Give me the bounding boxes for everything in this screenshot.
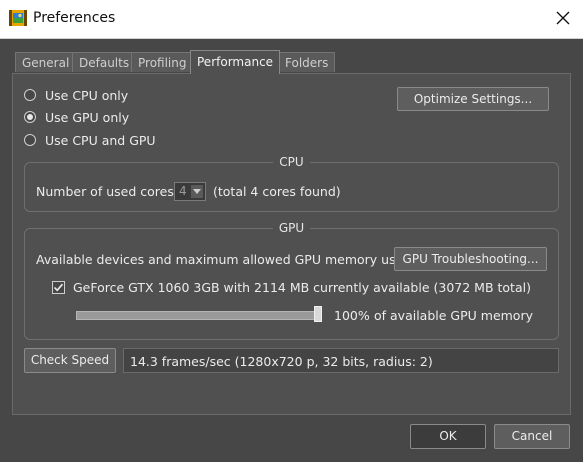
ok-button[interactable]: OK: [410, 424, 486, 449]
gpu-troubleshooting-button[interactable]: GPU Troubleshooting...: [394, 247, 547, 271]
radio-gpu-only[interactable]: Use GPU only: [24, 108, 129, 126]
radio-label: Use GPU only: [45, 109, 130, 125]
tab-defaults[interactable]: Defaults: [72, 52, 137, 72]
gpu-device-label: GeForce GTX 1060 3GB with 2114 MB curren…: [73, 280, 531, 295]
radio-cpu-and-gpu[interactable]: Use CPU and GPU: [24, 131, 156, 149]
radio-label: Use CPU and GPU: [45, 132, 156, 148]
slider-handle[interactable]: [314, 306, 322, 322]
checkmark-icon: [53, 283, 64, 292]
cores-select[interactable]: 4: [174, 182, 206, 201]
cpu-group-title: CPU: [273, 155, 310, 169]
cores-label: Number of used cores:: [36, 184, 179, 199]
optimize-settings-button[interactable]: Optimize Settings...: [397, 87, 549, 111]
check-speed-button[interactable]: Check Speed: [24, 348, 116, 373]
gpu-memory-percent: 100%: [334, 308, 370, 323]
radio-label: Use CPU only: [45, 87, 129, 103]
gpu-memory-suffix: of available GPU memory: [374, 308, 533, 323]
radio-cpu-only[interactable]: Use CPU only: [24, 86, 128, 104]
radio-button-selected[interactable]: [24, 111, 36, 123]
tab-general[interactable]: General: [15, 52, 77, 72]
radio-button[interactable]: [24, 89, 36, 101]
close-icon[interactable]: [552, 7, 574, 29]
tab-performance[interactable]: Performance: [190, 50, 281, 74]
tab-folders[interactable]: Folders: [278, 52, 336, 72]
tab-profiling[interactable]: Profiling: [131, 52, 194, 72]
cancel-button[interactable]: Cancel: [494, 424, 570, 449]
gpu-memory-slider[interactable]: [76, 311, 322, 320]
filmstrip-app-icon: [9, 10, 27, 26]
chevron-down-icon: [191, 185, 203, 198]
cores-found-text: (total 4 cores found): [213, 184, 341, 199]
gpu-group-title: GPU: [272, 221, 311, 235]
speed-result-text: 14.3 frames/sec (1280x720 p, 32 bits, ra…: [130, 354, 433, 369]
cores-value: 4: [179, 184, 187, 198]
gpu-device-checkbox[interactable]: [52, 281, 65, 294]
speed-result-field: 14.3 frames/sec (1280x720 p, 32 bits, ra…: [123, 348, 559, 373]
window-title: Preferences: [33, 10, 116, 26]
radio-button[interactable]: [24, 134, 36, 146]
gpu-devices-label: Available devices and maximum allowed GP…: [36, 252, 424, 267]
title-bar: Preferences: [0, 0, 583, 39]
